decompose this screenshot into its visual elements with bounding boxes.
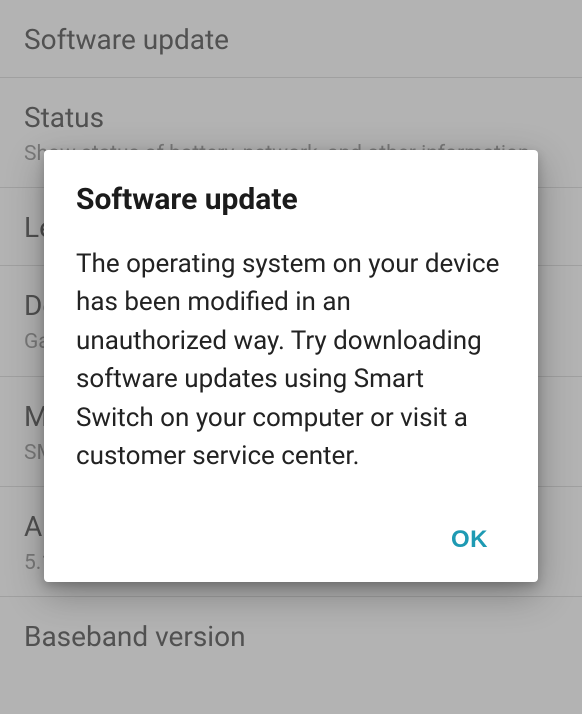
dialog-actions: OK — [76, 516, 506, 564]
ok-button[interactable]: OK — [433, 516, 506, 564]
settings-screen: Software update Status Show status of ba… — [0, 0, 582, 714]
software-update-dialog: Software update The operating system on … — [44, 150, 538, 582]
dialog-title: Software update — [76, 182, 506, 217]
dialog-body: The operating system on your device has … — [76, 245, 506, 476]
